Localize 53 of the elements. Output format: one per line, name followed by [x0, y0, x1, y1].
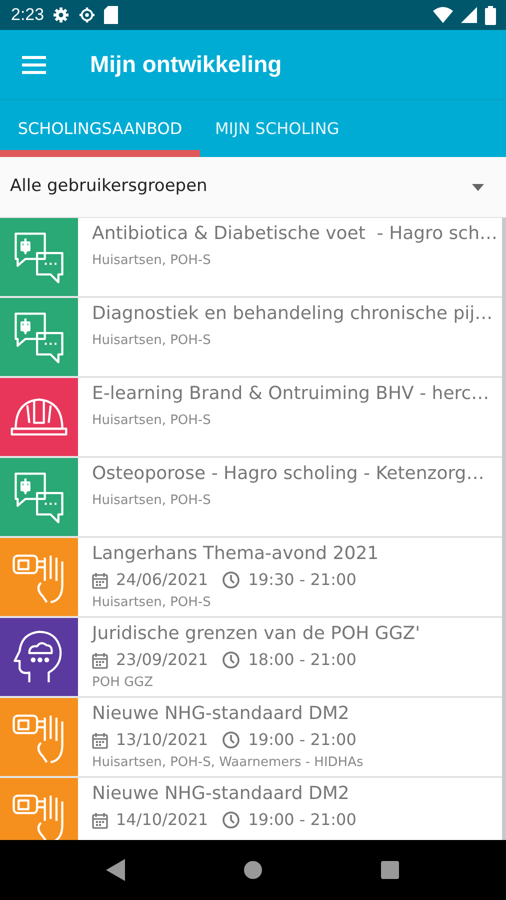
battery-icon [485, 6, 496, 24]
gear-icon [52, 6, 70, 24]
calendar-icon [92, 652, 108, 668]
calendar-icon [92, 572, 108, 588]
gear-icon [78, 6, 96, 24]
course-row[interactable]: Nieuwe NHG-standaard DM2 13/10/2021 19:00 - 21:00 Huisartsen, POH-S, Waarnemers - HIDHAs [0, 698, 502, 778]
course-title: Osteoporose - Hagro scholing - Ketenzorg… [92, 462, 484, 486]
course-title: E-learning Brand & Ontruiming BHV - herc… [92, 382, 490, 406]
caret-icon [472, 184, 484, 190]
course-row[interactable]: Juridische grenzen van de POH GGZ' 23/09/2021 18:00 - 21:00 POH GGZ [0, 618, 502, 698]
sd-card-icon [104, 6, 118, 24]
course-row[interactable]: E-learning Brand & Ontruiming BHV - herc… Huisartsen, POH-S [0, 378, 502, 458]
course-date: 14/10/2021 [116, 809, 208, 831]
calendar-icon [92, 812, 108, 828]
target-groups: Huisartsen, POH-S [92, 593, 379, 612]
target-groups: Huisartsen, POH-S [92, 251, 498, 270]
course-time: 19:30 - 21:00 [248, 569, 356, 591]
target-groups: Huisartsen, POH-S [92, 331, 493, 350]
course-time: 18:00 - 21:00 [248, 649, 356, 671]
calendar-icon [92, 732, 108, 748]
clock-icon [222, 731, 240, 749]
course-date: 24/06/2021 [116, 569, 208, 591]
course-time: 19:00 - 21:00 [248, 729, 356, 751]
course-title: Antibiotica & Diabetische voet - Hagro sch… [92, 222, 498, 246]
course-date: 23/09/2021 [116, 649, 208, 671]
course-row[interactable]: Antibiotica & Diabetische voet - Hagro sch… Huisartsen, POH-S [0, 218, 502, 298]
course-time: 19:00 - 21:00 [248, 809, 356, 831]
home-icon[interactable] [242, 860, 263, 880]
course-row[interactable]: Diagnostiek en behandeling chronische pij… Huisartsen, POH-S [0, 298, 502, 378]
course-title: Nieuwe NHG-standaard DM2 [92, 702, 350, 726]
wifi-icon [433, 7, 453, 23]
course-title: Diagnostiek en behandeling chronische pij… [92, 302, 493, 326]
target-groups: Huisartsen, POH-S, Waarnemers - HIDHAs [92, 753, 364, 772]
course-row[interactable]: Langerhans Thema-avond 2021 24/06/2021 19:30 - 21:00 Huisartsen, POH-S [0, 538, 502, 618]
course-date: 13/10/2021 [116, 729, 208, 751]
course-row[interactable]: Osteoporose - Hagro scholing - Ketenzorg… Huisartsen, POH-S [0, 458, 502, 538]
screen-title: Mijn ontwikkeling [90, 50, 282, 78]
menu-icon[interactable] [22, 54, 48, 74]
course-title: Langerhans Thema-avond 2021 [92, 542, 379, 566]
recents-icon[interactable] [380, 860, 400, 880]
clock-icon [222, 571, 240, 589]
course-title: Nieuwe NHG-standaard DM2 [92, 782, 350, 806]
target-groups: POH GGZ [92, 673, 420, 692]
group-dropdown[interactable]: Alle gebruikersgroepen [0, 157, 506, 217]
signal-icon [461, 7, 477, 23]
back-icon[interactable] [106, 859, 126, 881]
target-groups: Huisartsen, POH-S [92, 491, 484, 510]
course-title: Juridische grenzen van de POH GGZ' [92, 622, 420, 646]
clock-icon [222, 811, 240, 829]
tab[interactable]: MIJN SCHOLING [200, 100, 354, 157]
clock-icon [222, 651, 240, 669]
target-groups: Huisartsen, POH-S [92, 411, 490, 430]
clock-time: 2:23 [11, 4, 44, 26]
